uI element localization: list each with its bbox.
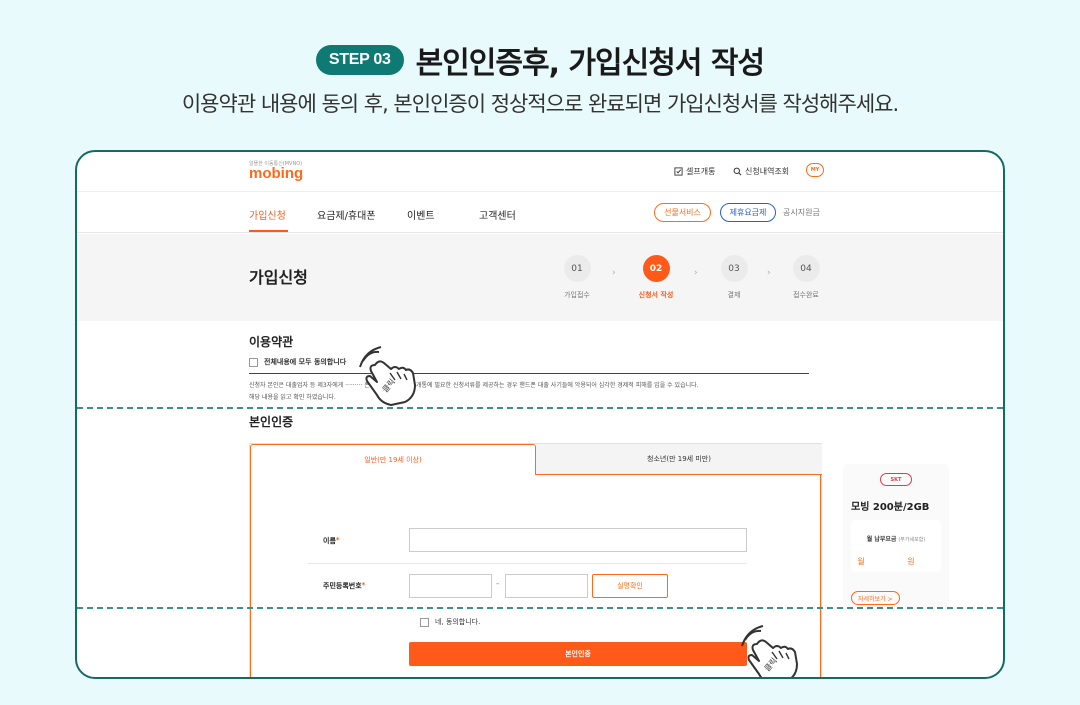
consent-row[interactable]: 네, 동의합니다. (420, 617, 480, 627)
terms-body-line-1: 신청자 본인은 대출업자 등 제3자에게 ········· 폰을 개통해 주거… (249, 382, 699, 389)
fee-value: 월 원 (857, 557, 935, 566)
nav-item-plans-phones[interactable]: 요금제/휴대폰 (317, 207, 376, 222)
step-2-label: 신청서 작성 (638, 291, 674, 299)
self-activation-label: 셀프개통 (686, 167, 716, 176)
name-input[interactable] (409, 528, 747, 552)
rrn-front-input[interactable] (409, 574, 492, 598)
plan-detail-button[interactable]: 자세히보기 > (851, 591, 900, 605)
site-header: 알뜰한 이동통신(MVNO) mobing 셀프개통 신청내역조회 MY (77, 152, 1003, 192)
step-3: 03 결제 (704, 255, 764, 300)
order-lookup-label: 신청내역조회 (745, 167, 790, 176)
nav-item-support[interactable]: 고객센터 (479, 207, 516, 222)
agree-all-row[interactable]: 전체내용에 모두 동의합니다 (249, 357, 346, 367)
screenshot-frame: 알뜰한 이동통신(MVNO) mobing 셀프개통 신청내역조회 MY 가입신… (75, 150, 1005, 679)
step-1-label: 가입접수 (564, 291, 590, 299)
logo[interactable]: mobing (249, 165, 303, 182)
form-divider (308, 563, 747, 564)
carrier-badge: SKT (880, 473, 912, 486)
page-title: 가입신청 (249, 268, 308, 287)
name-label: 이름* (323, 536, 340, 546)
terms-body: 신청자 본인은 대출업자 등 제3자에게 ········· 폰을 개통해 주거… (249, 380, 829, 404)
crop-dashed-line (77, 607, 1003, 609)
nav-item-events[interactable]: 이벤트 (407, 207, 435, 222)
nav-item-signup[interactable]: 가입신청 (249, 207, 286, 222)
rrn-label-text: 주민등록번호 (323, 582, 362, 590)
step-2-number: 02 (642, 255, 670, 282)
step-1: 01 가입접수 (547, 255, 607, 300)
chevron-right-icon: › (694, 268, 698, 278)
required-mark: * (361, 581, 366, 589)
step-4-label: 접수완료 (793, 291, 819, 299)
step-2: 02 신청서 작성 (626, 255, 686, 300)
tab-youth[interactable]: 청소년(만 19세 미만) (536, 444, 822, 475)
step-3-label: 결제 (727, 291, 741, 299)
verify-name-button[interactable]: 실명확인 (592, 574, 668, 598)
rrn-label: 주민등록번호* (323, 581, 365, 591)
click-hand-icon: 클릭 (741, 625, 798, 677)
subsidy-link[interactable]: 공시지원금 (783, 203, 820, 222)
consent-checkbox[interactable] (420, 617, 429, 627)
headline-subtitle: 이용약관 내용에 동의 후, 본인인증이 정상적으로 완료되면 가입신청서를 작… (181, 92, 899, 116)
nav-active-underline (249, 230, 288, 232)
plan-summary-card: SKT 모빙 200분/2GB 월 납부요금 (부가세포함) 월 원 자세히보기… (843, 464, 949, 607)
required-mark: * (335, 536, 340, 544)
auth-title: 본인인증 (249, 415, 294, 429)
signup-progress-band: 가입신청 01 가입접수 › 02 신청서 작성 › 03 결제 › 04 접수… (77, 234, 1003, 321)
auth-submit-button[interactable]: 본인인증 (409, 642, 747, 666)
fee-label: 월 납부요금 (부가세포함) (851, 534, 941, 543)
step-badge: STEP 03 (315, 45, 404, 75)
fee-label-text: 월 납부요금 (866, 536, 897, 543)
terms-title: 이용약관 (249, 335, 294, 349)
chevron-right-icon: › (612, 268, 616, 278)
fee-box: 월 납부요금 (부가세포함) 월 원 (851, 520, 941, 572)
name-label-text: 이름 (323, 537, 336, 545)
step-3-number: 03 (720, 255, 748, 282)
crop-dashed-line (77, 407, 1003, 409)
headline-title: 본인인증후, 가입신청서 작성 (415, 46, 765, 81)
self-activation-link[interactable]: 셀프개통 (674, 166, 715, 177)
terms-body-line-2: 해당 내용을 읽고 확인 하였습니다. (249, 394, 336, 401)
rrn-separator: - (496, 579, 500, 589)
agree-all-label: 전체내용에 모두 동의합니다 (264, 358, 347, 366)
plan-name: 모빙 200분/2GB (851, 502, 930, 513)
click-hand-icon: 클릭 (359, 346, 416, 406)
fee-note: (부가세포함) (898, 537, 926, 543)
partner-plan-button[interactable]: 제휴요금제 (720, 203, 776, 222)
step-4-number: 04 (792, 255, 820, 282)
terms-divider (249, 373, 809, 374)
search-icon (733, 167, 742, 176)
gift-service-button[interactable]: 선물서비스 (654, 203, 711, 222)
agree-all-checkbox[interactable] (249, 357, 258, 367)
step-1-number: 01 (563, 255, 591, 282)
order-lookup-link[interactable]: 신청내역조회 (733, 166, 789, 177)
tab-adult[interactable]: 일반(만 19세 이상) (250, 444, 536, 475)
main-nav: 가입신청 요금제/휴대폰 이벤트 고객센터 선물서비스 제휴요금제 공시지원금 (77, 193, 1003, 233)
check-square-icon (674, 167, 683, 176)
rrn-back-input[interactable] (505, 574, 588, 598)
consent-label: 네, 동의합니다. (435, 618, 481, 626)
step-4: 04 접수완료 (776, 255, 836, 300)
chevron-right-icon: › (767, 268, 771, 278)
my-page-icon[interactable]: MY (806, 163, 824, 177)
headline: STEP 03 본인인증후, 가입신청서 작성 (0, 38, 1080, 82)
